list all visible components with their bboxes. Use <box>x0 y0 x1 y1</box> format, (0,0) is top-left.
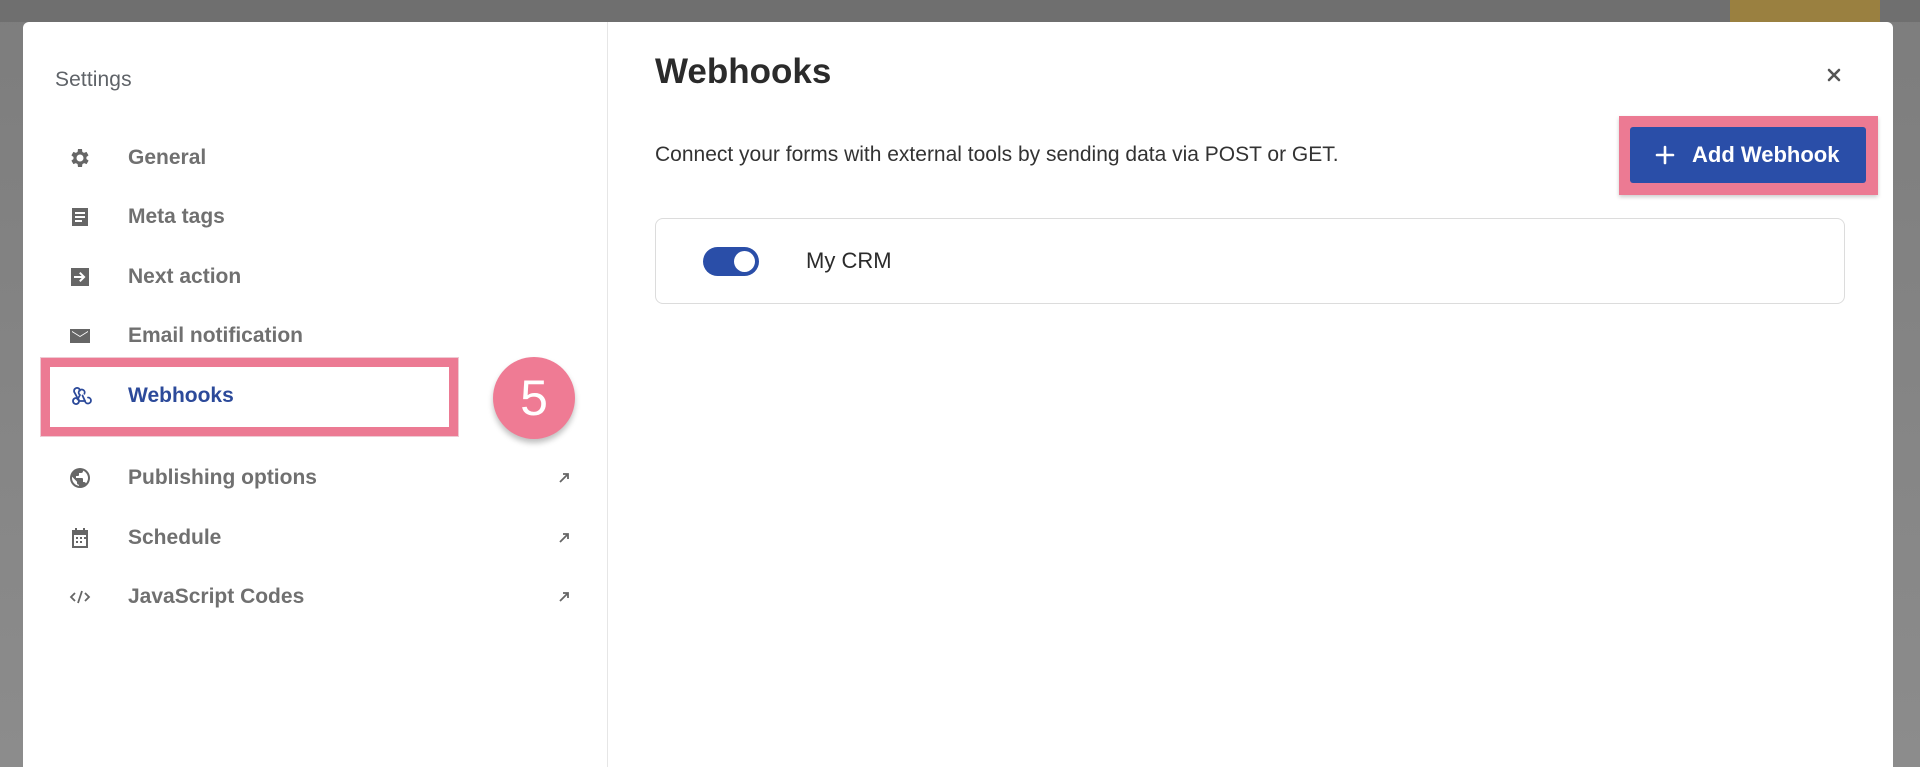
arrow-right-box-icon <box>67 264 93 290</box>
background-accent <box>1730 0 1880 22</box>
gear-icon <box>67 145 93 171</box>
sidebar-item-label: Next action <box>128 264 242 288</box>
sidebar-item-label: Email notification <box>128 324 304 348</box>
webhooks-panel: Webhooks Connect your forms with externa… <box>608 22 1893 767</box>
close-button[interactable] <box>1821 62 1847 88</box>
sidebar-item-meta-tags[interactable]: Meta tags <box>23 188 607 248</box>
document-icon <box>67 204 93 230</box>
add-webhook-label: Add Webhook <box>1692 142 1840 167</box>
plus-icon <box>1655 145 1675 165</box>
webhook-list-item[interactable]: My CRM <box>655 218 1845 304</box>
sidebar-item-label: Schedule <box>128 525 222 549</box>
sidebar-item-next-action[interactable]: Next action <box>23 247 607 307</box>
envelope-icon <box>67 323 93 349</box>
settings-sidebar: Settings General Meta tags Next action E… <box>23 22 608 767</box>
sidebar-item-label: Meta tags <box>128 205 225 229</box>
add-webhook-button[interactable]: Add Webhook <box>1630 127 1866 183</box>
external-link-icon <box>556 589 572 605</box>
sidebar-item-label: Publishing options <box>128 466 317 490</box>
sidebar-title: Settings <box>55 68 132 91</box>
external-link-icon <box>556 530 572 546</box>
external-link-icon <box>556 470 572 486</box>
globe-icon <box>67 465 93 491</box>
annotation-step-badge: 5 <box>493 357 575 439</box>
webhook-enabled-toggle[interactable] <box>703 246 759 276</box>
annotation-highlight-webhooks <box>41 358 458 436</box>
page-title: Webhooks <box>655 52 832 91</box>
calendar-icon <box>67 525 93 551</box>
sidebar-item-general[interactable]: General <box>23 128 607 188</box>
page-description: Connect your forms with external tools b… <box>655 143 1339 166</box>
code-icon <box>67 584 93 610</box>
close-icon <box>1827 68 1841 82</box>
settings-modal: Settings General Meta tags Next action E… <box>23 22 1893 767</box>
sidebar-item-publishing-options[interactable]: Publishing options <box>23 449 607 509</box>
sidebar-item-label: General <box>128 145 207 169</box>
sidebar-item-schedule[interactable]: Schedule <box>23 508 607 568</box>
background-topbar <box>0 0 1920 22</box>
sidebar-item-javascript-codes[interactable]: JavaScript Codes <box>23 568 607 628</box>
toggle-knob <box>734 250 755 272</box>
sidebar-item-label: JavaScript Codes <box>128 585 305 609</box>
webhook-name: My CRM <box>806 248 892 273</box>
